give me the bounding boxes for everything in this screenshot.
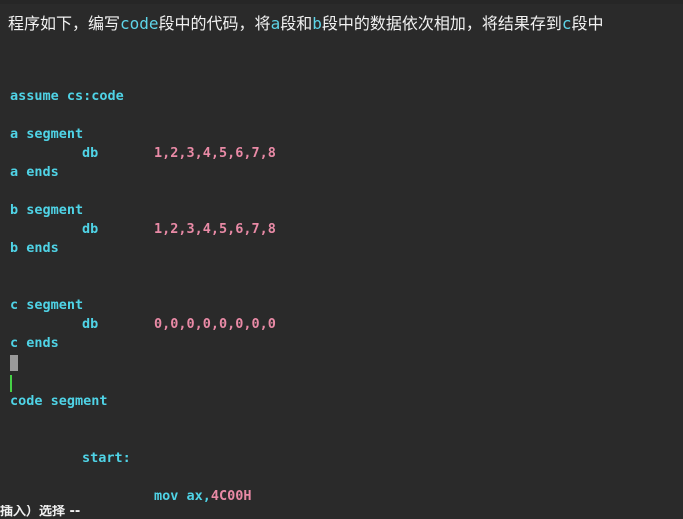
code-line-c-ends: c ends [10, 335, 59, 351]
code-line-assume: assume cs:code [10, 88, 124, 104]
c-db-values: 0,0,0,0,0,0,0,0 [154, 316, 276, 332]
a-db-keyword: db [82, 145, 99, 161]
code-line-c-db: db [82, 315, 98, 334]
mov-instruction: mov ax, [154, 488, 211, 504]
code-line-mov: mov ax,4C00H [154, 487, 252, 506]
editor-mode-status: 插入）选择 -- [0, 505, 81, 519]
b-db-values: 1,2,3,4,5,6,7,8 [154, 221, 276, 237]
code-line-a-db: db [82, 144, 98, 163]
c-db-keyword: db [82, 316, 99, 332]
code-line-code-segment: code segment [10, 393, 108, 409]
text-cursor-bar [10, 375, 12, 392]
code-line-start-label: start: [82, 450, 131, 466]
code-line-b-db: db [82, 220, 98, 239]
mov-immediate-value: 4C00H [210, 488, 252, 504]
code-editor[interactable]: assume cs:code a segment db 1,2,3,4,5,6,… [0, 0, 683, 519]
code-line-b-ends: b ends [10, 240, 59, 256]
a-db-values: 1,2,3,4,5,6,7,8 [154, 145, 276, 161]
text-cursor-block [10, 355, 18, 371]
code-line-b-segment: b segment [10, 202, 84, 218]
code-line-a-segment: a segment [10, 126, 84, 142]
b-db-keyword: db [82, 221, 99, 237]
code-line-a-ends: a ends [10, 164, 59, 180]
code-line-c-segment: c segment [10, 297, 84, 313]
